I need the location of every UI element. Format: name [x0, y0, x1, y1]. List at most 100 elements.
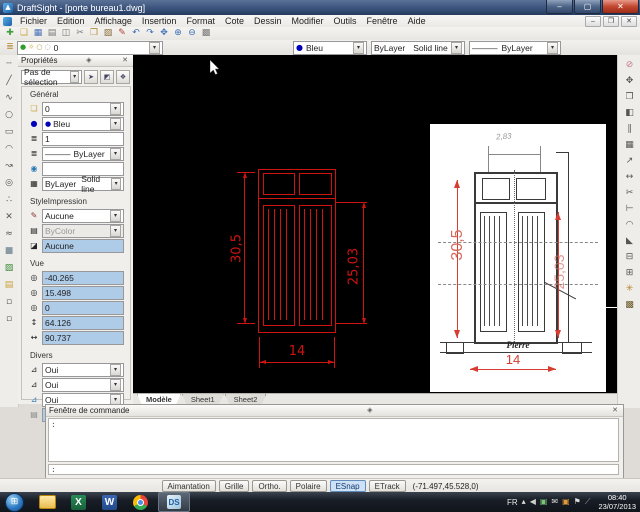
view-center-y-field[interactable]: 15.498 — [42, 286, 124, 300]
pin-icon[interactable]: ◈ — [365, 407, 374, 414]
menu-item[interactable]: Edition — [52, 16, 90, 26]
mail-icon[interactable]: ✉ — [551, 498, 558, 506]
status-toggle-button[interactable]: ETrack — [369, 480, 406, 492]
menu-item[interactable]: Fichier — [15, 16, 52, 26]
image-attach-icon[interactable]: ▤ — [2, 279, 16, 291]
layer-property-dropdown[interactable]: 0▾ — [42, 102, 124, 116]
selection-dropdown[interactable]: Pas de sélection ▾ — [21, 70, 82, 84]
security-icon[interactable]: ▣ — [540, 498, 548, 506]
chamfer-icon[interactable]: ◣ — [623, 235, 637, 247]
chrome-taskbar-icon[interactable] — [132, 494, 149, 511]
properties-toggle-icon[interactable]: ▩ — [199, 28, 213, 40]
close-button[interactable]: ✕ — [602, 0, 639, 14]
open-icon[interactable]: ❏ — [17, 28, 31, 40]
redo-icon[interactable]: ↷ — [143, 28, 157, 40]
view-width-field[interactable]: 90.737 — [42, 331, 124, 345]
misc-field-2[interactable]: Oui▾ — [42, 378, 124, 392]
print-icon[interactable]: ▤ — [45, 28, 59, 40]
linestyle-property-dropdown[interactable]: ByLayerSolid line▾ — [42, 177, 124, 191]
layer-manager-icon[interactable]: ≣ — [3, 42, 17, 54]
dropdown-arrow-icon[interactable]: ▾ — [70, 71, 79, 83]
status-toggle-button[interactable]: Aimantation — [162, 480, 216, 492]
construction-line-icon[interactable]: ┄ — [2, 58, 16, 70]
copy-entity-icon[interactable]: ❐ — [623, 91, 637, 103]
action-center-flag-icon[interactable]: ⚑ — [574, 498, 581, 506]
trim-icon[interactable]: ✂ — [623, 187, 637, 199]
dropdown-arrow-icon[interactable]: ▾ — [547, 42, 558, 54]
drawing-canvas[interactable]: 30,5 25,03 14 — [133, 55, 617, 393]
fillet-icon[interactable]: ◠ — [623, 219, 637, 231]
polyline-icon[interactable]: ∿ — [2, 92, 16, 104]
zoom-out-icon[interactable]: ⊖ — [185, 28, 199, 40]
arc-icon[interactable]: ◠ — [2, 143, 16, 155]
print-preview-icon[interactable]: ◫ — [59, 28, 73, 40]
cut-icon[interactable]: ✂ — [73, 28, 87, 40]
mdi-close-button[interactable]: ✕ — [621, 16, 637, 27]
language-indicator[interactable]: FR — [507, 498, 518, 507]
menu-item[interactable]: Insertion — [137, 16, 182, 26]
undo-icon[interactable]: ↶ — [129, 28, 143, 40]
extra-button-2-icon[interactable]: ▫ — [2, 313, 16, 325]
mirror-icon[interactable]: ◧ — [623, 107, 637, 119]
paste-icon[interactable]: ▨ — [101, 28, 115, 40]
eraser-icon[interactable]: ⊘ — [623, 59, 637, 71]
linestyle-dropdown[interactable]: ByLayer Solid line ▾ — [371, 41, 465, 55]
dropdown-arrow-icon[interactable]: ▾ — [110, 118, 121, 130]
pattern-icon[interactable]: ▦ — [623, 139, 637, 151]
menu-item[interactable]: Dessin — [249, 16, 287, 26]
offset-icon[interactable]: ∥ — [623, 123, 637, 135]
entity-props-icon[interactable]: ▩ — [623, 299, 637, 311]
dropdown-arrow-icon[interactable]: ▾ — [451, 42, 462, 54]
split-icon[interactable]: ⊟ — [623, 251, 637, 263]
dropdown-arrow-icon[interactable]: ▾ — [110, 103, 121, 115]
dropdown-arrow-icon[interactable]: ▾ — [110, 148, 121, 160]
dropdown-arrow-icon[interactable]: ▾ — [110, 210, 121, 222]
hatch-swatch-icon[interactable]: ■ — [2, 245, 16, 257]
ellipse-icon[interactable]: ◎ — [2, 177, 16, 189]
tray-expand-icon[interactable]: ▴ — [522, 498, 526, 506]
volume-icon[interactable]: ◀ — [530, 498, 536, 506]
signal-icon[interactable]: ⟋ — [585, 498, 591, 506]
zoom-in-icon[interactable]: ⊕ — [171, 28, 185, 40]
print-table-field[interactable]: Aucune — [42, 239, 124, 253]
menu-item[interactable]: Format — [181, 16, 220, 26]
dropdown-arrow-icon[interactable]: ▾ — [110, 379, 121, 391]
menu-item[interactable]: Modifier — [287, 16, 329, 26]
rectangle-icon[interactable]: ▭ — [2, 126, 16, 138]
new-icon[interactable]: ✚ — [3, 28, 17, 40]
clock[interactable]: 08:40 23/07/2013 — [598, 493, 636, 512]
status-toggle-button[interactable]: ESnap — [330, 480, 366, 492]
weld-icon[interactable]: ⊞ — [623, 267, 637, 279]
start-button[interactable]: ⊞ — [5, 493, 24, 512]
menu-item[interactable]: Affichage — [90, 16, 137, 26]
command-history[interactable]: : — [48, 418, 619, 462]
lineweight-dropdown[interactable]: ——— ByLayer ▾ — [469, 41, 561, 55]
update-icon[interactable]: ▣ — [562, 498, 570, 506]
dropdown-arrow-icon[interactable]: ▾ — [149, 42, 160, 54]
menu-item[interactable]: Cote — [220, 16, 249, 26]
explode-icon[interactable]: ✳ — [623, 283, 637, 295]
extra-button-1-icon[interactable]: ▫ — [2, 296, 16, 308]
view-center-x-field[interactable]: -40.265 — [42, 271, 124, 285]
draftsight-taskbar-icon[interactable]: DS — [158, 492, 190, 512]
move-icon[interactable]: ✥ — [623, 75, 637, 87]
select-entities-button[interactable]: ➤ — [84, 70, 98, 84]
point-icon[interactable]: ∴ — [2, 194, 16, 206]
mdi-restore-button[interactable]: ❐ — [603, 16, 619, 27]
layer-dropdown[interactable]: ●☼○◌ 0 ▾ — [17, 41, 163, 55]
menu-item[interactable]: Outils — [329, 16, 362, 26]
view-center-z-field[interactable]: 0 — [42, 301, 124, 315]
quick-select-button[interactable]: ◩ — [100, 70, 114, 84]
lineweight-property-field[interactable]: 1 — [42, 132, 124, 146]
dropdown-arrow-icon[interactable]: ▾ — [353, 42, 364, 54]
circle-icon[interactable]: ○ — [2, 109, 16, 121]
curve-icon[interactable]: ≈ — [2, 228, 16, 240]
status-toggle-button[interactable]: Polaire — [290, 480, 327, 492]
color-dropdown[interactable]: ● Bleu ▾ — [293, 41, 367, 55]
options-button[interactable]: ❖ — [116, 70, 130, 84]
word-taskbar-icon[interactable]: W — [101, 494, 118, 511]
pin-icon[interactable]: ◈ — [84, 57, 93, 64]
color-property-dropdown[interactable]: ●Bleu▾ — [42, 117, 124, 131]
view-height-field[interactable]: 64.126 — [42, 316, 124, 330]
misc-field-1[interactable]: Oui▾ — [42, 363, 124, 377]
